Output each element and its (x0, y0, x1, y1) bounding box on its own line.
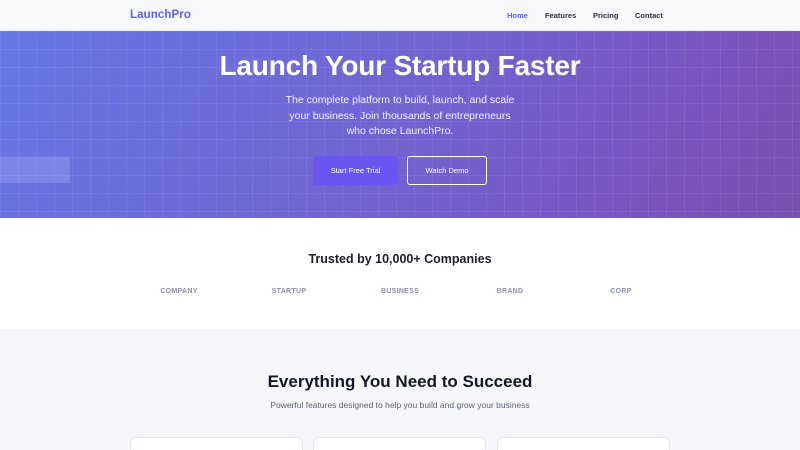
nav-link-pricing[interactable]: Pricing (593, 11, 618, 20)
features-section: Everything You Need to Succeed Powerful … (0, 329, 800, 450)
feature-card (497, 437, 670, 450)
startup-logo: STARTUP (271, 288, 307, 295)
nav-link-features[interactable]: Features (545, 11, 576, 20)
feature-card (130, 437, 303, 450)
brand-logo-item: BRAND (496, 288, 524, 295)
feature-card (313, 437, 486, 450)
business-logo: BUSINESS (380, 288, 420, 295)
features-subtitle: Powerful features designed to help you b… (270, 400, 530, 410)
hero-decoration (0, 157, 70, 183)
features-title: Everything You Need to Succeed (267, 372, 533, 391)
hero-section: Launch Your Startup Faster The complete … (0, 31, 800, 218)
hero-subtitle: The complete platform to build, launch, … (285, 94, 515, 137)
trusted-title: Trusted by 10,000+ Companies (308, 252, 492, 266)
company-logo: COMPANY (160, 288, 198, 295)
trusted-section: Trusted by 10,000+ Companies COMPANY STA… (0, 218, 800, 329)
nav-link-home[interactable]: Home (507, 11, 528, 20)
start-free-trial-button[interactable]: Start Free Trial (313, 156, 398, 185)
nav-links: Home Features Pricing Contact (0, 0, 800, 31)
nav-link-contact[interactable]: Contact (635, 11, 663, 20)
corp-logo: CORP (610, 288, 632, 295)
watch-demo-button[interactable]: Watch Demo (407, 156, 487, 185)
hero-title: Launch Your Startup Faster (219, 50, 581, 81)
top-navbar: LaunchPro Home Features Pricing Contact (0, 0, 800, 31)
